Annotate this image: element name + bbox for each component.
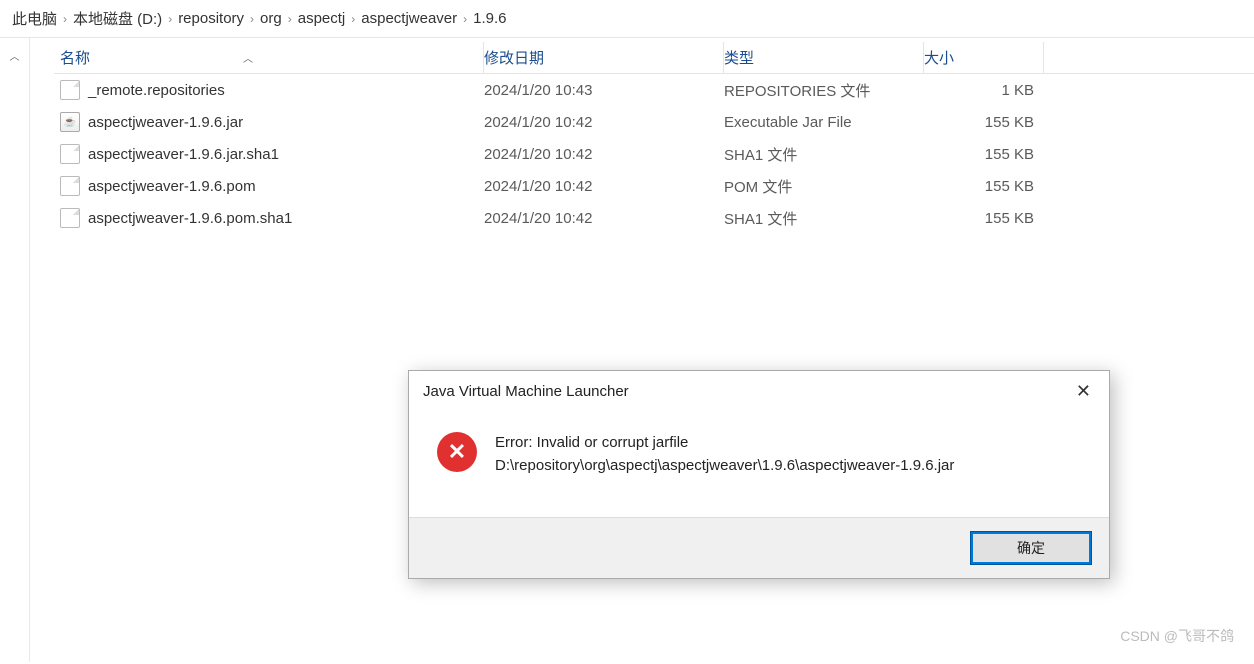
jar-icon: ☕ [60,112,80,132]
column-name[interactable]: 名称 ︿ [54,42,484,73]
column-date[interactable]: 修改日期 [484,42,724,73]
error-dialog: Java Virtual Machine Launcher ✕ ✕ Error:… [408,370,1110,579]
chevron-right-icon: › [351,12,355,26]
file-size: 155 KB [924,178,1044,195]
file-size: 155 KB [924,114,1044,131]
column-type-label: 类型 [724,47,754,68]
file-date: 2024/1/20 10:42 [484,146,724,163]
dialog-message-line2: D:\repository\org\aspectj\aspectjweaver\… [495,455,954,478]
breadcrumb-item[interactable]: aspectj [298,10,346,27]
file-icon [60,144,80,164]
column-size-label: 大小 [924,47,954,68]
file-name: _remote.repositories [88,82,225,99]
file-type: REPOSITORIES 文件 [724,80,924,101]
column-type[interactable]: 类型 [724,42,924,73]
chevron-right-icon: › [168,12,172,26]
file-size: 155 KB [924,210,1044,227]
breadcrumb-item[interactable]: org [260,10,282,27]
column-name-label: 名称 [60,47,90,68]
column-date-label: 修改日期 [484,47,544,68]
dialog-body: ✕ Error: Invalid or corrupt jarfile D:\r… [409,412,1109,517]
chevron-right-icon: › [250,12,254,26]
file-name: aspectjweaver-1.9.6.pom.sha1 [88,210,292,227]
file-date: 2024/1/20 10:42 [484,114,724,131]
breadcrumb-item[interactable]: repository [178,10,244,27]
breadcrumb: 此电脑 › 本地磁盘 (D:) › repository › org › aspectj › asp… [0,0,1254,38]
scroll-up-icon[interactable]: ︿ [10,48,20,63]
table-row[interactable]: _remote.repositories 2024/1/20 10:43REPOS… [54,74,1254,106]
breadcrumb-item[interactable]: 1.9.6 [473,10,506,27]
file-icon [60,176,80,196]
dialog-message: Error: Invalid or corrupt jarfile D:\rep… [495,432,954,477]
error-icon: ✕ [437,432,477,472]
file-date: 2024/1/20 10:42 [484,210,724,227]
file-size: 155 KB [924,146,1044,163]
ok-button[interactable]: 确定 [971,532,1091,564]
dialog-title-text: Java Virtual Machine Launcher [423,383,629,400]
breadcrumb-item[interactable]: 此电脑 [12,8,57,29]
file-type: Executable Jar File [724,114,924,131]
breadcrumb-item[interactable]: aspectjweaver [361,10,457,27]
file-type: SHA1 文件 [724,208,924,229]
sort-indicator-icon: ︿ [243,50,253,65]
breadcrumb-item[interactable]: 本地磁盘 (D:) [73,8,162,29]
dialog-titlebar: Java Virtual Machine Launcher ✕ [409,371,1109,412]
dialog-footer: 确定 [409,517,1109,578]
left-gutter: ︿ [0,38,30,662]
table-row[interactable]: ☕ aspectjweaver-1.9.6.jar 2024/1/20 10:42E… [54,106,1254,138]
file-icon [60,208,80,228]
file-name: aspectjweaver-1.9.6.pom [88,178,256,195]
file-name: aspectjweaver-1.9.6.jar [88,114,243,131]
file-date: 2024/1/20 10:42 [484,178,724,195]
column-headers: 名称 ︿ 修改日期 类型 大小 [54,38,1254,74]
files-body: _remote.repositories 2024/1/20 10:43REPOS… [54,74,1254,234]
table-row[interactable]: aspectjweaver-1.9.6.pom.sha1 2024/1/20 10… [54,202,1254,234]
file-name: aspectjweaver-1.9.6.jar.sha1 [88,146,279,163]
file-size: 1 KB [924,82,1044,99]
table-row[interactable]: aspectjweaver-1.9.6.pom 2024/1/20 10:42PO… [54,170,1254,202]
file-date: 2024/1/20 10:43 [484,82,724,99]
file-icon [60,80,80,100]
close-icon[interactable]: ✕ [1072,381,1095,402]
column-size[interactable]: 大小 [924,42,1044,73]
chevron-right-icon: › [288,12,292,26]
chevron-right-icon: › [63,12,67,26]
file-type: SHA1 文件 [724,144,924,165]
dialog-message-line1: Error: Invalid or corrupt jarfile [495,432,954,455]
watermark: CSDN @飞哥不鸽 [1120,626,1234,646]
file-type: POM 文件 [724,176,924,197]
chevron-right-icon: › [463,12,467,26]
table-row[interactable]: aspectjweaver-1.9.6.jar.sha1 2024/1/20 10… [54,138,1254,170]
